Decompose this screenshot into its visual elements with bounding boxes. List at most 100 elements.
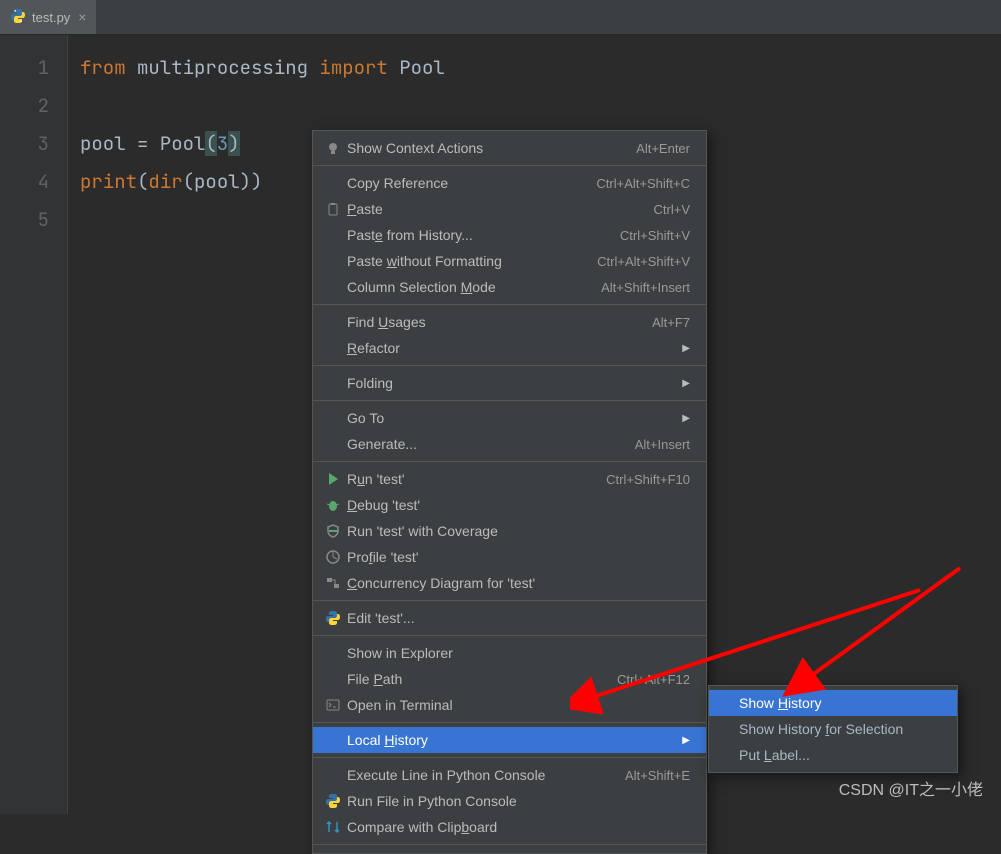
menu-item-label: Run 'test' with Coverage (345, 523, 690, 539)
menu-shortcut: Alt+Shift+Insert (601, 280, 690, 295)
menu-item-label: Column Selection Mode (345, 279, 601, 295)
menu-item[interactable]: Paste from History...Ctrl+Shift+V (313, 222, 706, 248)
menu-item-label: Run 'test' (345, 471, 606, 487)
menu-item-label: Paste (345, 201, 654, 217)
menu-item[interactable]: Find UsagesAlt+F7 (313, 309, 706, 335)
menu-item[interactable]: Show in Explorer (313, 640, 706, 666)
paren: ( (137, 169, 148, 194)
menu-shortcut: Ctrl+Alt+F12 (617, 672, 690, 687)
line-number: 3 (0, 125, 49, 163)
menu-shortcut: Alt+Shift+E (625, 768, 690, 783)
builtin: dir (148, 169, 182, 194)
submenu-local-history[interactable]: Show History Show History for Selection Pu… (708, 685, 958, 773)
editor-tab[interactable]: test.py × (0, 0, 96, 34)
menu-separator (313, 461, 706, 462)
menu-item[interactable]: Compare with Clipboard (313, 814, 706, 840)
menu-item[interactable]: Copy ReferenceCtrl+Alt+Shift+C (313, 170, 706, 196)
menu-item-label: Run File in Python Console (345, 793, 690, 809)
menu-item[interactable]: Local History▶ (313, 727, 706, 753)
line-number: 4 (0, 163, 49, 201)
menu-item-label: Profile 'test' (345, 549, 690, 565)
menu-item[interactable]: Debug 'test' (313, 492, 706, 518)
concurrency-icon (321, 575, 345, 591)
menu-item-label: Paste without Formatting (345, 253, 597, 269)
python-icon (321, 610, 345, 626)
watermark: CSDN @IT之一小佬 (839, 776, 983, 800)
menu-item[interactable]: Profile 'test' (313, 544, 706, 570)
menu-item-label: Go To (345, 410, 678, 426)
code: (pool)) (183, 169, 263, 194)
menu-separator (313, 304, 706, 305)
menu-item[interactable]: Run File in Python Console (313, 788, 706, 814)
paren: ) (228, 131, 239, 156)
submenu-item-label: Show History for Selection (737, 721, 941, 737)
menu-separator (313, 844, 706, 845)
menu-separator (313, 722, 706, 723)
submenu-arrow-icon: ▶ (678, 735, 690, 746)
menu-item[interactable]: Run 'test' with Coverage (313, 518, 706, 544)
menu-shortcut: Ctrl+Shift+V (620, 228, 690, 243)
profile-icon (321, 549, 345, 565)
menu-item-label: Find Usages (345, 314, 652, 330)
menu-item[interactable]: PasteCtrl+V (313, 196, 706, 222)
menu-item[interactable]: Execute Line in Python ConsoleAlt+Shift+… (313, 762, 706, 788)
menu-separator (313, 165, 706, 166)
menu-separator (313, 365, 706, 366)
compare-icon (321, 819, 345, 835)
menu-item[interactable]: Generate...Alt+Insert (313, 431, 706, 457)
builtin: print (80, 169, 137, 194)
menu-item[interactable]: Concurrency Diagram for 'test' (313, 570, 706, 596)
menu-separator (313, 757, 706, 758)
python-icon (321, 793, 345, 809)
menu-shortcut: Alt+F7 (652, 315, 690, 330)
menu-item-label: Copy Reference (345, 175, 596, 191)
menu-item-label: Folding (345, 375, 678, 391)
line-gutter: 1 2 3 4 5 (0, 35, 68, 814)
menu-item-label: Open in Terminal (345, 697, 690, 713)
run-icon (321, 471, 345, 487)
submenu-arrow-icon: ▶ (678, 413, 690, 424)
submenu-arrow-icon: ▶ (678, 378, 690, 389)
identifier: Pool (399, 55, 445, 80)
tab-filename: test.py (32, 10, 70, 25)
keyword: from (80, 55, 137, 80)
menu-item[interactable]: Paste without FormattingCtrl+Alt+Shift+V (313, 248, 706, 274)
menu-item[interactable]: Column Selection ModeAlt+Shift+Insert (313, 274, 706, 300)
submenu-item-label: Show History (737, 695, 941, 711)
menu-item-label: Paste from History... (345, 227, 620, 243)
menu-item-label: Generate... (345, 436, 635, 452)
code: pool = Pool (80, 131, 205, 156)
menu-item-label: Refactor (345, 340, 678, 356)
line-number: 2 (0, 87, 49, 125)
submenu-item[interactable]: Put Label... (709, 742, 957, 768)
menu-shortcut: Alt+Enter (636, 141, 690, 156)
menu-item-label: Debug 'test' (345, 497, 690, 513)
menu-item[interactable]: Open in Terminal (313, 692, 706, 718)
clipboard-icon (321, 201, 345, 217)
menu-shortcut: Alt+Insert (635, 437, 690, 452)
python-file-icon (10, 8, 26, 27)
menu-item[interactable]: Show Context ActionsAlt+Enter (313, 135, 706, 161)
menu-item[interactable]: Refactor▶ (313, 335, 706, 361)
bug-icon (321, 497, 345, 513)
bulb-icon (321, 140, 345, 156)
menu-shortcut: Ctrl+Alt+Shift+V (597, 254, 690, 269)
close-icon[interactable]: × (76, 9, 88, 25)
submenu-item[interactable]: Show History for Selection (709, 716, 957, 742)
menu-item-label: Local History (345, 732, 678, 748)
menu-item[interactable]: Edit 'test'... (313, 605, 706, 631)
menu-item-label: Show Context Actions (345, 140, 636, 156)
menu-item[interactable]: File PathCtrl+Alt+F12 (313, 666, 706, 692)
menu-separator (313, 400, 706, 401)
terminal-icon (321, 697, 345, 713)
menu-item[interactable]: Run 'test'Ctrl+Shift+F10 (313, 466, 706, 492)
line-number: 5 (0, 201, 49, 239)
menu-item-label: Compare with Clipboard (345, 819, 690, 835)
menu-item[interactable]: Folding▶ (313, 370, 706, 396)
submenu-item[interactable]: Show History (709, 690, 957, 716)
menu-item[interactable]: Go To▶ (313, 405, 706, 431)
menu-shortcut: Ctrl+Shift+F10 (606, 472, 690, 487)
tab-bar: test.py × (0, 0, 1001, 35)
context-menu[interactable]: Show Context ActionsAlt+Enter Copy Refere… (312, 130, 707, 854)
menu-separator (313, 635, 706, 636)
